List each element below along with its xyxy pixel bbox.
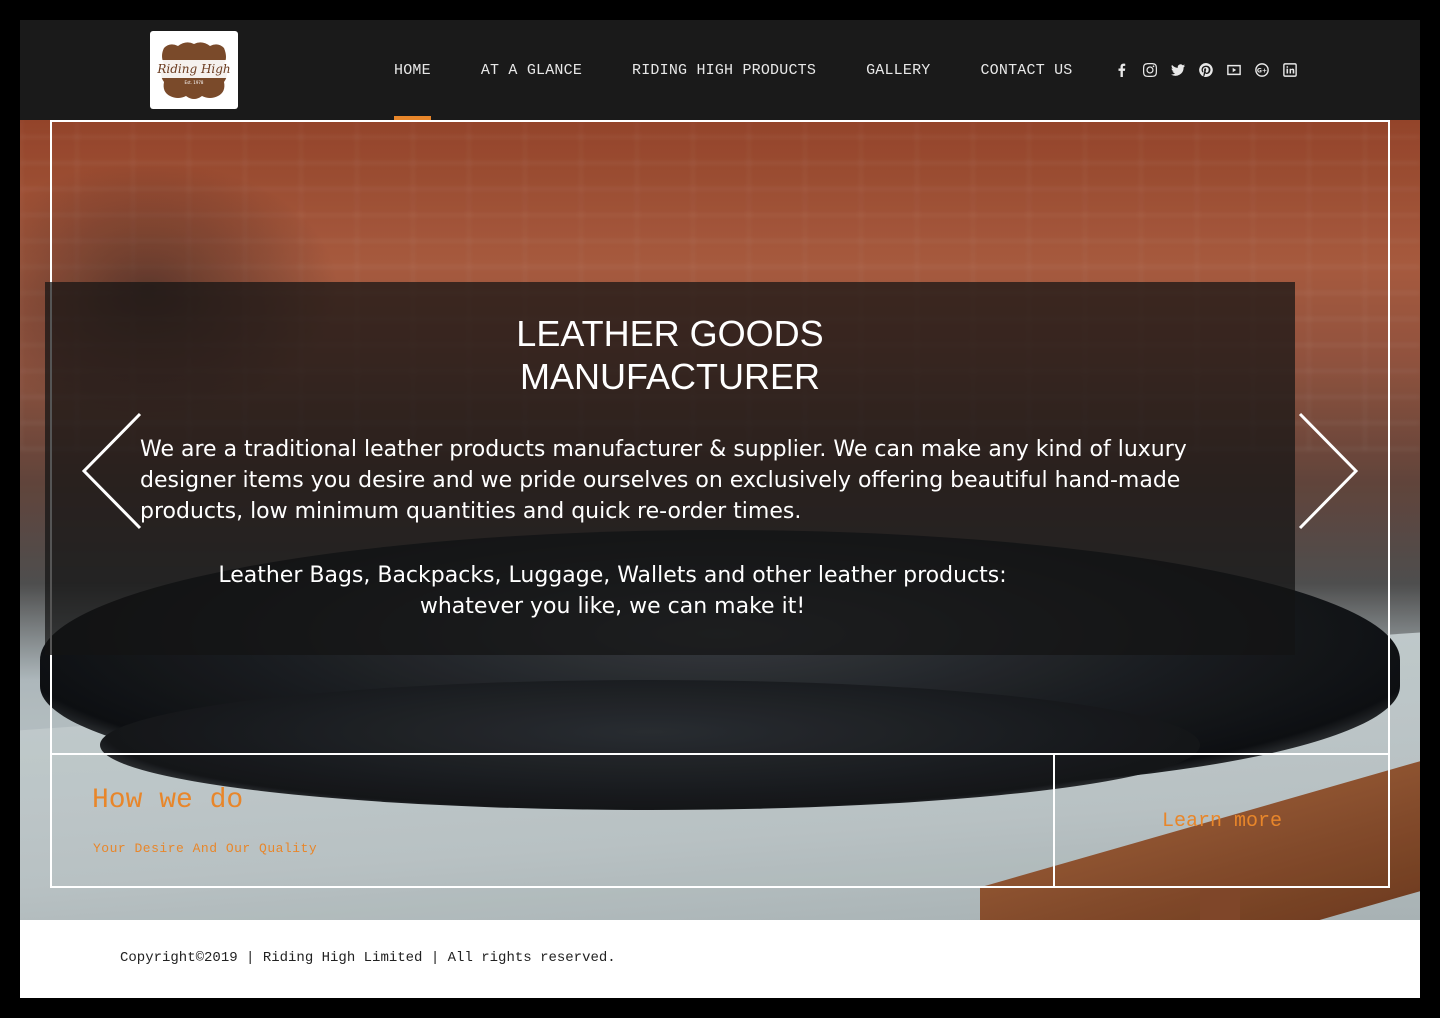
info-title: How we do: [92, 785, 244, 816]
nav-at-a-glance[interactable]: AT A GLANCE: [481, 20, 582, 120]
instagram-icon[interactable]: [1136, 60, 1164, 80]
logo-leather-icon: Riding High Est. 1978: [156, 42, 231, 99]
nav-riding-high-products[interactable]: RIDING HIGH PRODUCTS: [632, 20, 816, 120]
facebook-icon[interactable]: [1108, 60, 1136, 80]
site-header: Riding High Est. 1978 HOME AT A GLANCE R…: [20, 20, 1420, 120]
logo[interactable]: Riding High Est. 1978: [150, 31, 238, 109]
nav-home[interactable]: HOME: [394, 20, 431, 120]
svg-text:Riding High: Riding High: [156, 62, 230, 76]
hero-slider: LEATHER GOODS MANUFACTURER We are a trad…: [20, 120, 1420, 920]
site-footer: Copyright©2019 | Riding High Limited | A…: [20, 920, 1420, 998]
social-links: G+: [1108, 60, 1304, 80]
slide-description: We are a traditional leather products ma…: [140, 437, 1187, 524]
slide-title-line1: LEATHER GOODS: [516, 313, 824, 354]
main-nav: HOME AT A GLANCE RIDING HIGH PRODUCTS GA…: [394, 20, 1123, 120]
page: Riding High Est. 1978 HOME AT A GLANCE R…: [20, 20, 1420, 998]
slide-title: LEATHER GOODS MANUFACTURER: [45, 312, 1295, 398]
slide-caption: LEATHER GOODS MANUFACTURER We are a trad…: [45, 282, 1295, 655]
google-plus-icon[interactable]: G+: [1248, 60, 1276, 80]
nav-contact-us[interactable]: CONTACT US: [980, 20, 1072, 120]
copyright-text: Copyright©2019 | Riding High Limited | A…: [120, 950, 616, 966]
svg-text:Est. 1978: Est. 1978: [185, 80, 204, 85]
prev-slide-arrow-icon[interactable]: [80, 412, 150, 530]
slide-products-text: Leather Bags, Backpacks, Luggage, Wallet…: [45, 560, 1180, 622]
slide-title-line2: MANUFACTURER: [519, 356, 820, 397]
nav-gallery[interactable]: GALLERY: [866, 20, 930, 120]
info-bar: How we do Your Desire And Our Quality Le…: [50, 753, 1390, 888]
info-subtitle: Your Desire And Our Quality: [93, 841, 318, 856]
pinterest-icon[interactable]: [1192, 60, 1220, 80]
slide-products-line1: Leather Bags, Backpacks, Luggage, Wallet…: [218, 563, 1007, 588]
next-slide-arrow-icon[interactable]: [1290, 412, 1360, 530]
linkedin-icon[interactable]: [1276, 60, 1304, 80]
twitter-icon[interactable]: [1164, 60, 1192, 80]
info-text-block: How we do Your Desire And Our Quality: [50, 755, 1055, 888]
learn-more-link[interactable]: Learn more: [1162, 810, 1282, 833]
youtube-icon[interactable]: [1220, 60, 1248, 80]
slide-products-line2: whatever you like, we can make it!: [419, 594, 806, 619]
svg-text:G+: G+: [1257, 68, 1267, 75]
